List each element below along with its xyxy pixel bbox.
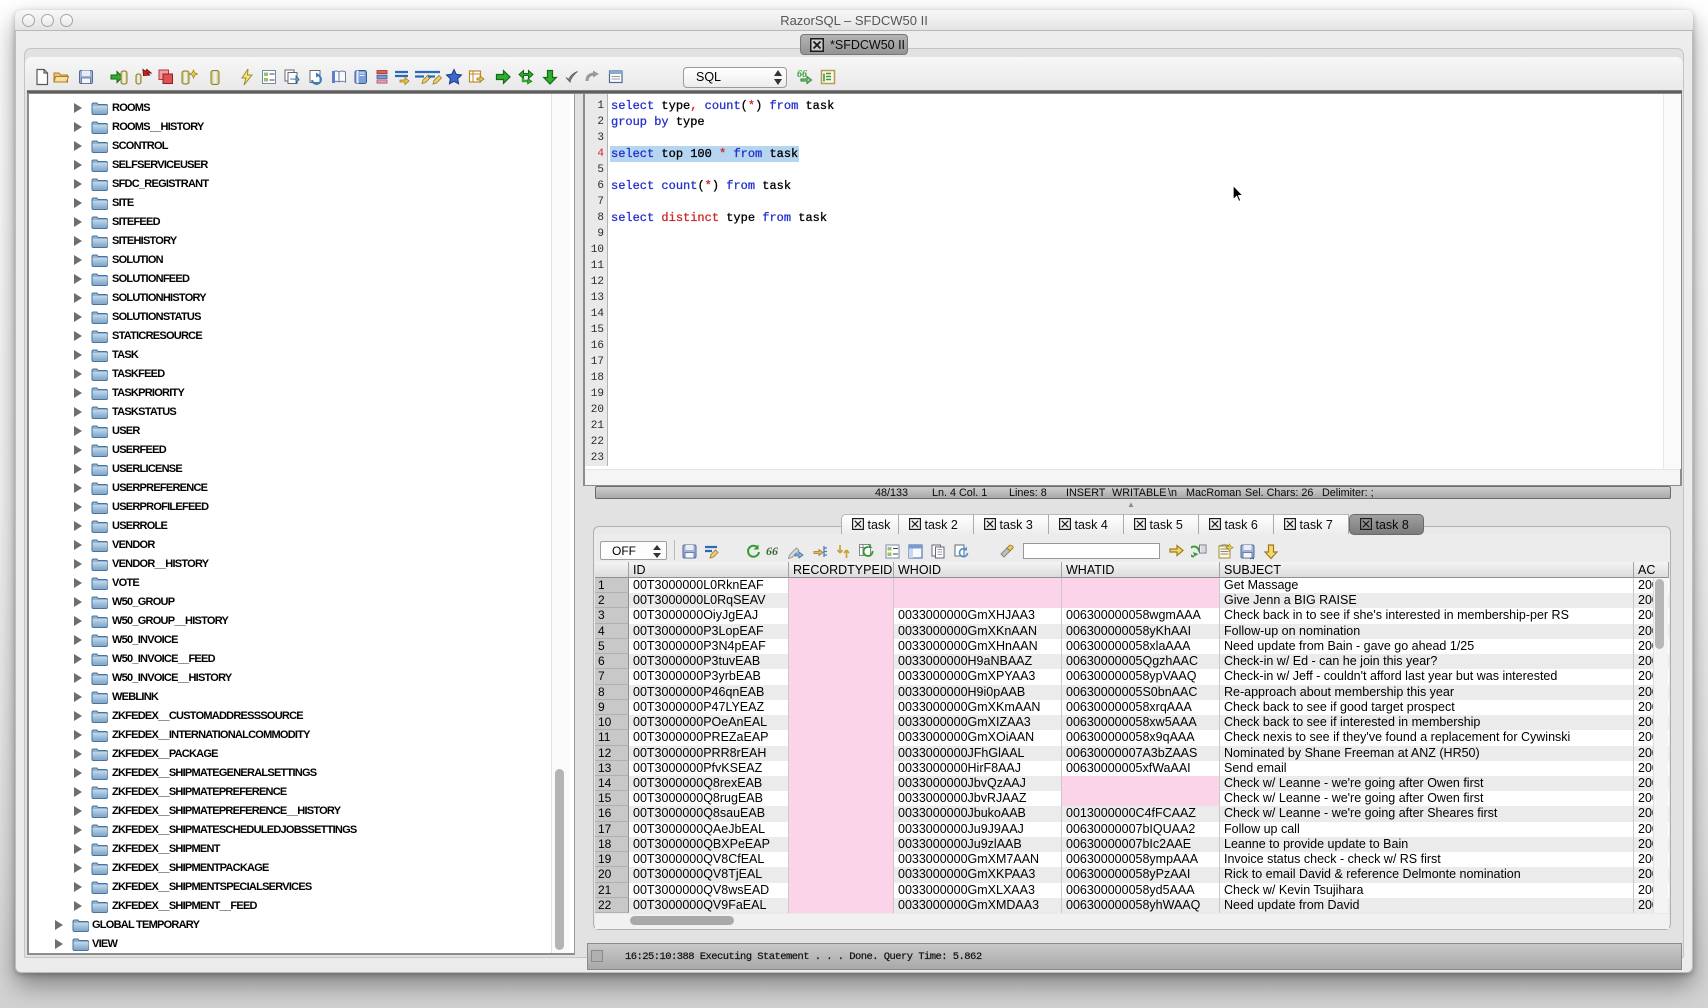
svg-text:66: 66 xyxy=(766,544,778,558)
svg-text:66: 66 xyxy=(797,69,807,80)
